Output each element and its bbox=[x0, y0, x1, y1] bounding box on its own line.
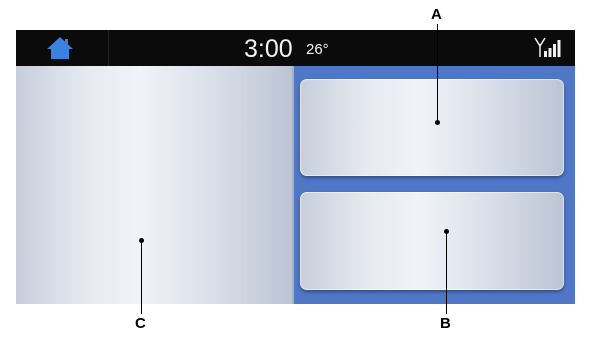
callout-line-c bbox=[141, 241, 142, 314]
panel-c-large-left[interactable] bbox=[16, 66, 294, 304]
callout-label-c: C bbox=[135, 315, 146, 332]
touchscreen-display: 3:00 26° bbox=[16, 30, 575, 304]
callout-dot-a bbox=[435, 120, 440, 125]
signal-strength-icon bbox=[533, 36, 563, 58]
panel-a-upper-right[interactable] bbox=[300, 79, 564, 176]
outside-temperature: 26° bbox=[306, 41, 329, 58]
home-icon bbox=[47, 37, 73, 59]
panel-b-lower-right[interactable] bbox=[300, 192, 564, 290]
status-bar: 3:00 26° bbox=[16, 30, 575, 66]
callout-label-a: A bbox=[431, 6, 442, 23]
callout-line-b bbox=[446, 232, 447, 314]
clock: 3:00 bbox=[244, 35, 293, 63]
callout-label-b: B bbox=[440, 315, 451, 332]
home-button[interactable] bbox=[46, 36, 74, 60]
status-divider bbox=[108, 30, 109, 66]
callout-line-a bbox=[437, 24, 438, 122]
